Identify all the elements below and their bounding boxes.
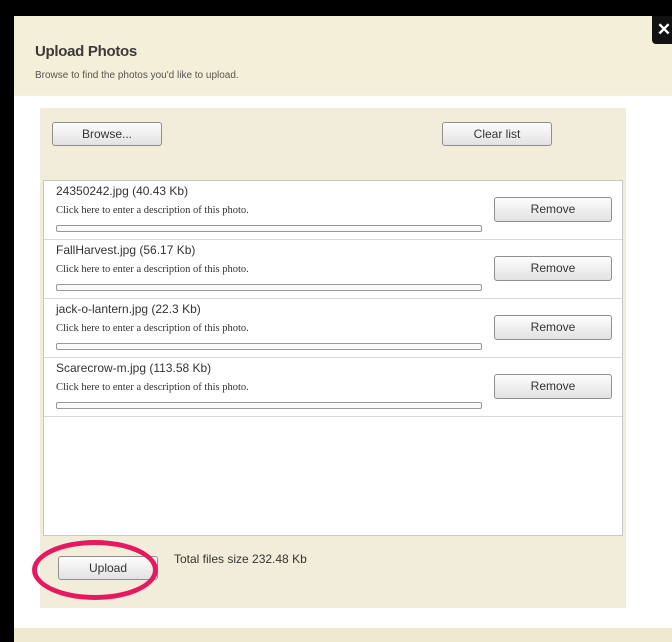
browse-button[interactable]: Browse... <box>52 122 162 146</box>
clear-list-button[interactable]: Clear list <box>442 122 552 146</box>
file-name: jack-o-lantern.jpg (22.3 Kb) <box>56 302 201 316</box>
progress-bar <box>56 402 482 409</box>
dialog-title: Upload Photos <box>35 43 137 60</box>
description-link[interactable]: Click here to enter a description of thi… <box>56 205 249 216</box>
dialog-header: Upload Photos Browse to find the photos … <box>14 16 672 94</box>
dialog-subtitle: Browse to find the photos you'd like to … <box>35 70 239 81</box>
description-link[interactable]: Click here to enter a description of thi… <box>56 382 249 393</box>
highlight-ring-annotation <box>32 540 158 600</box>
file-row: FallHarvest.jpg (56.17 Kb) Click here to… <box>44 240 622 299</box>
remove-button[interactable]: Remove <box>494 256 612 281</box>
progress-bar <box>56 225 482 232</box>
description-link[interactable]: Click here to enter a description of thi… <box>56 323 249 334</box>
file-name: Scarecrow-m.jpg (113.58 Kb) <box>56 361 212 375</box>
close-icon[interactable]: ✕ <box>652 16 672 44</box>
file-list[interactable]: 24350242.jpg (40.43 Kb) Click here to en… <box>43 180 623 536</box>
remove-button[interactable]: Remove <box>494 315 612 340</box>
remove-button[interactable]: Remove <box>494 197 612 222</box>
file-name: FallHarvest.jpg (56.17 Kb) <box>56 243 196 257</box>
file-name: 24350242.jpg (40.43 Kb) <box>56 184 189 198</box>
progress-bar <box>56 284 482 291</box>
total-size-label: Total files size 232.48 Kb <box>174 552 307 566</box>
remove-button[interactable]: Remove <box>494 374 612 399</box>
file-row: 24350242.jpg (40.43 Kb) Click here to en… <box>44 181 622 240</box>
description-link[interactable]: Click here to enter a description of thi… <box>56 264 249 275</box>
progress-bar <box>56 343 482 350</box>
file-row: Scarecrow-m.jpg (113.58 Kb) Click here t… <box>44 358 622 417</box>
file-row: jack-o-lantern.jpg (22.3 Kb) Click here … <box>44 299 622 358</box>
dialog-footer <box>14 628 672 642</box>
